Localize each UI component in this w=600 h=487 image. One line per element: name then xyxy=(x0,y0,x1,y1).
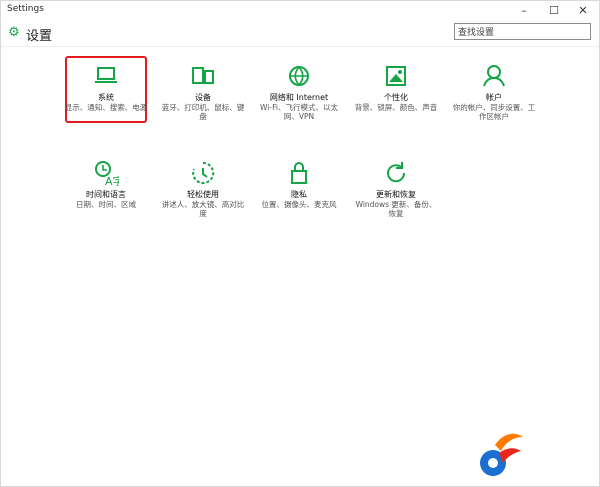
page-title: 设置 xyxy=(26,29,53,44)
tile-accounts[interactable]: 帐户 你的帐户、同步设置、工作区帐户 xyxy=(451,59,537,123)
tile-name: 轻松使用 xyxy=(187,190,219,199)
minimize-button[interactable]: – xyxy=(509,1,539,20)
tile-personalization[interactable]: 个性化 背景、锁屏、颜色、声音 xyxy=(353,59,439,123)
tile-network[interactable]: 网络和 Internet Wi-Fi、飞行模式、以太网、VPN xyxy=(256,59,342,123)
time-language-icon: A字 xyxy=(92,160,120,186)
tile-name: 隐私 xyxy=(291,190,307,199)
tile-name: 帐户 xyxy=(486,93,502,102)
personalization-icon xyxy=(382,63,410,89)
search-input[interactable]: 查找设置 xyxy=(454,23,591,40)
tile-name: 时间和语言 xyxy=(86,190,126,199)
close-button[interactable]: ✕ xyxy=(568,1,598,20)
search-placeholder: 查找设置 xyxy=(458,28,495,38)
tile-description: 蓝牙、打印机、鼠标、键盘 xyxy=(161,103,245,121)
tile-description: 背景、锁屏、颜色、声音 xyxy=(354,103,438,112)
title-bar: Settings – ☐ ✕ xyxy=(1,1,599,20)
tile-name: 网络和 Internet xyxy=(269,93,329,102)
maximize-button[interactable]: ☐ xyxy=(539,1,569,20)
tile-name: 更新和恢复 xyxy=(376,190,416,199)
tile-name: 设备 xyxy=(195,93,211,102)
tile-name: 系统 xyxy=(98,93,114,102)
ease-of-access-icon xyxy=(189,160,217,186)
tile-ease-of-access[interactable]: 轻松使用 讲述人、放大镜、高对比度 xyxy=(160,156,246,220)
window-title: Settings xyxy=(7,4,44,14)
tile-description: Windows 更新、备份、恢复 xyxy=(355,200,437,218)
refresh-icon xyxy=(382,160,410,186)
tile-time-language[interactable]: A字 时间和语言 日期、时间、区域 xyxy=(63,156,149,220)
globe-icon xyxy=(285,63,313,89)
tile-description: 讲述人、放大镜、高对比度 xyxy=(161,200,245,218)
tile-description: 日期、时间、区域 xyxy=(76,200,136,209)
tile-description: 位置、摄像头、麦克风 xyxy=(261,200,337,209)
tile-name: 个性化 xyxy=(384,93,408,102)
person-icon xyxy=(480,63,508,89)
tile-description: Wi-Fi、飞行模式、以太网、VPN xyxy=(260,103,338,121)
lock-icon xyxy=(285,160,313,186)
gear-icon: ⚙ xyxy=(8,25,20,40)
devices-icon xyxy=(189,63,217,89)
tile-system[interactable]: 系统 显示、通知、搜索、电源 xyxy=(63,59,149,123)
tile-devices[interactable]: 设备 蓝牙、打印机、鼠标、键盘 xyxy=(160,59,246,123)
watermark-logo-icon xyxy=(475,427,525,479)
tile-description: 你的帐户、同步设置、工作区帐户 xyxy=(452,103,536,121)
svg-text:A字: A字 xyxy=(105,174,119,186)
settings-window: Settings – ☐ ✕ ⚙ 设置 查找设置 系统 显示、通知、搜索、电源 … xyxy=(0,0,600,487)
tile-description: 显示、通知、搜索、电源 xyxy=(64,103,148,112)
tile-update-recovery[interactable]: 更新和恢复 Windows 更新、备份、恢复 xyxy=(353,156,439,220)
laptop-icon xyxy=(92,63,120,89)
tile-privacy[interactable]: 隐私 位置、摄像头、麦克风 xyxy=(256,156,342,220)
